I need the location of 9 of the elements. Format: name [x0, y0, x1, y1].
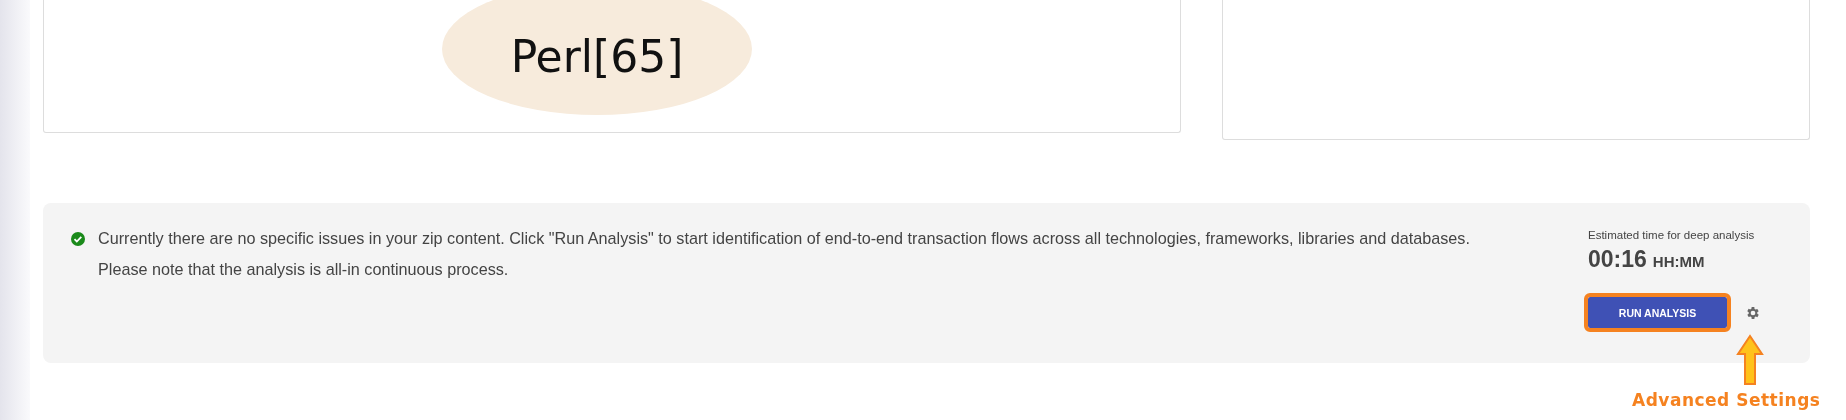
estimate-value: 00:16 [1588, 246, 1647, 273]
status-message: Currently there are no specific issues in your zip content. Click "Run Analysis" to start identification of end-to-end transaction flows across all technologies, frameworks, libraries and databases. [98, 229, 1470, 248]
up-arrow-icon [1736, 334, 1764, 386]
estimate-unit: HH:MM [1652, 253, 1705, 270]
annotation-label: Advanced Settings [1632, 390, 1821, 410]
status-message: Please note that the analysis is all-in continuous process. [98, 260, 510, 279]
estimate-label: Estimated time for deep analysis [1588, 229, 1756, 241]
settings-icon[interactable] [1745, 304, 1761, 321]
diagram-node: Perl[65] [442, 0, 752, 115]
